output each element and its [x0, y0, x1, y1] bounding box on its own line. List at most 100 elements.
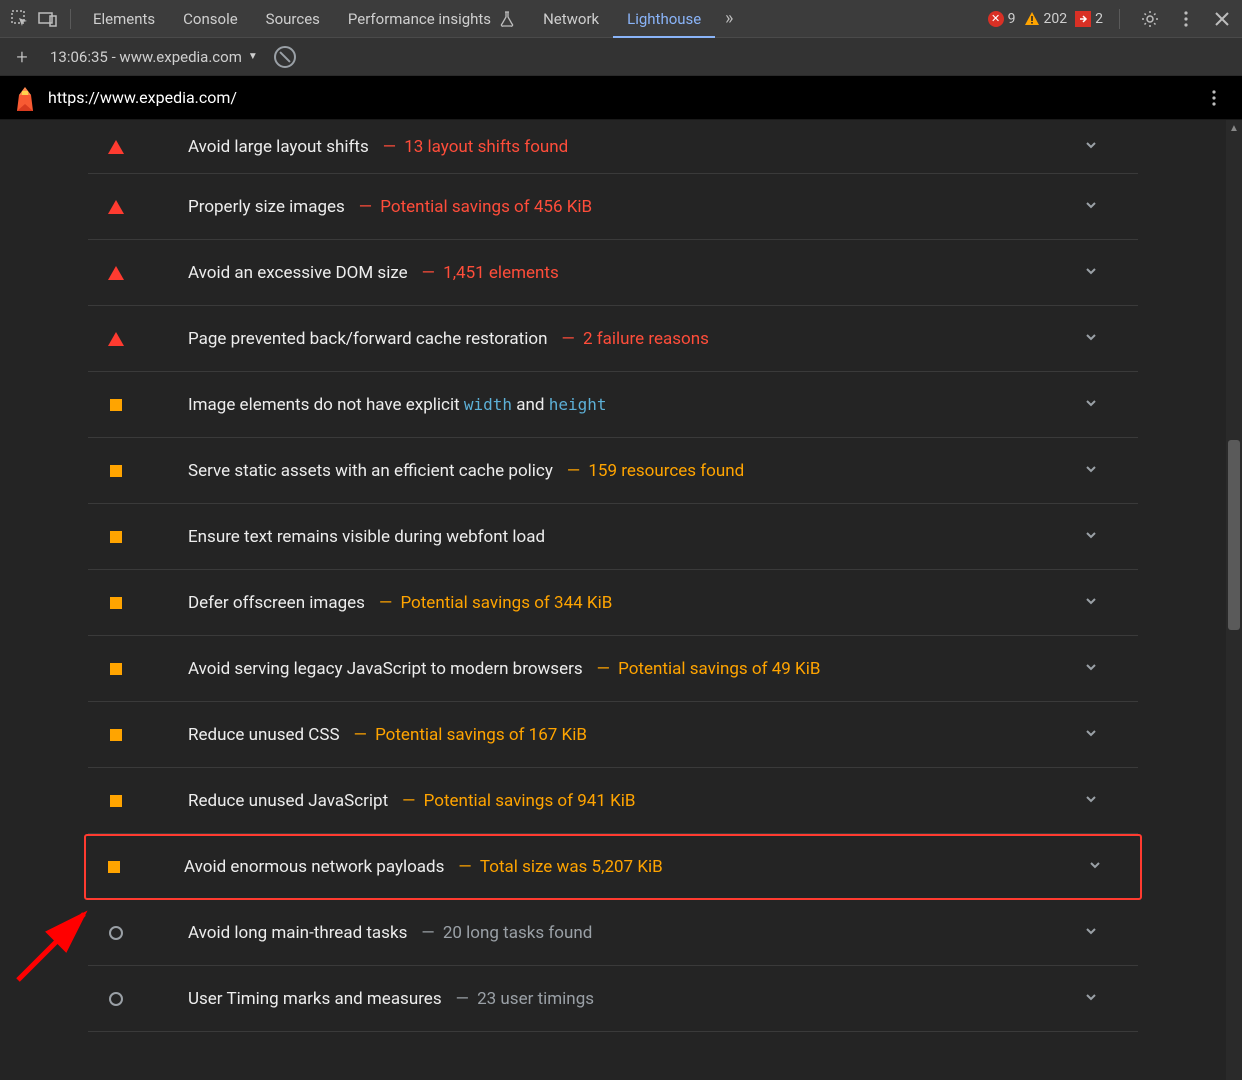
chevron-down-icon[interactable] — [1084, 990, 1098, 1008]
audit-title: Reduce unused CSS — [188, 725, 340, 745]
devtools-tabs-bar: Elements Console Sources Performance ins… — [0, 0, 1242, 38]
scrollbar-thumb[interactable] — [1228, 440, 1240, 630]
average-icon — [108, 727, 124, 743]
warning-count-badge[interactable]: 202 — [1024, 11, 1068, 27]
tabs-left-group: Elements Console Sources Performance ins… — [6, 0, 743, 38]
more-tabs-icon[interactable]: » — [715, 5, 743, 33]
audit-title: Avoid serving legacy JavaScript to moder… — [188, 659, 583, 679]
audit-detail: — Potential savings of 941 KiB — [402, 791, 635, 811]
audit-row[interactable]: Image elements do not have explicit widt… — [88, 372, 1138, 438]
message-count: 2 — [1095, 11, 1103, 27]
audit-row[interactable]: Ensure text remains visible during webfo… — [88, 504, 1138, 570]
audit-row[interactable]: Avoid serving legacy JavaScript to moder… — [88, 636, 1138, 702]
chevron-down-icon[interactable] — [1084, 594, 1098, 612]
informative-icon — [108, 991, 124, 1007]
tab-console[interactable]: Console — [169, 0, 252, 38]
chevron-down-icon[interactable] — [1084, 924, 1098, 942]
audit-title: Avoid large layout shifts — [188, 137, 369, 157]
chevron-down-icon[interactable] — [1084, 792, 1098, 810]
clear-report-icon[interactable] — [274, 46, 296, 68]
chevron-down-icon[interactable] — [1084, 330, 1098, 348]
lighthouse-url-bar: https://www.expedia.com/ — [0, 76, 1242, 120]
settings-icon[interactable] — [1136, 5, 1164, 33]
audit-detail: — Potential savings of 49 KiB — [597, 659, 821, 679]
average-icon — [108, 463, 124, 479]
lighthouse-logo-icon — [14, 85, 36, 111]
message-count-badge[interactable]: 2 — [1075, 11, 1103, 27]
audit-row[interactable]: Avoid enormous network payloads — Total s… — [84, 834, 1142, 900]
tab-performance-insights[interactable]: Performance insights — [334, 0, 529, 38]
error-count-badge[interactable]: ✕ 9 — [988, 11, 1016, 27]
audit-detail: — Total size was 5,207 KiB — [458, 857, 662, 877]
audit-row[interactable]: Avoid large layout shifts— 13 layout shi… — [88, 120, 1138, 174]
lighthouse-report-bar: + 13:06:35 - www.expedia.com ▼ — [0, 38, 1242, 76]
separator — [70, 9, 71, 29]
informative-icon — [108, 925, 124, 941]
audit-detail: — 159 resources found — [567, 461, 744, 481]
audit-row[interactable]: Reduce unused JavaScript — Potential savi… — [88, 768, 1138, 834]
audit-row[interactable]: Avoid an excessive DOM size— 1,451 eleme… — [88, 240, 1138, 306]
chevron-down-icon[interactable] — [1084, 138, 1098, 156]
audit-detail: — 1,451 elements — [422, 263, 559, 283]
audit-row[interactable]: Page prevented back/forward cache restor… — [88, 306, 1138, 372]
warning-icon — [1024, 11, 1040, 27]
kebab-menu-icon[interactable] — [1172, 5, 1200, 33]
audit-list: Avoid large layout shifts— 13 layout shi… — [0, 120, 1226, 1080]
audit-title: Page prevented back/forward cache restor… — [188, 329, 547, 349]
audit-detail: — 2 failure reasons — [561, 329, 708, 349]
audit-title: Serve static assets with an efficient ca… — [188, 461, 553, 481]
audit-title: Avoid enormous network payloads — [184, 857, 444, 877]
audit-row[interactable]: Serve static assets with an efficient ca… — [88, 438, 1138, 504]
tab-lighthouse[interactable]: Lighthouse — [613, 0, 715, 38]
audit-title: Reduce unused JavaScript — [188, 791, 388, 811]
fail-icon — [108, 331, 124, 347]
scrollbar[interactable]: ▲ — [1226, 120, 1242, 1080]
chevron-down-icon[interactable] — [1084, 528, 1098, 546]
audit-row[interactable]: Reduce unused CSS— Potential savings of … — [88, 702, 1138, 768]
chevron-down-icon[interactable] — [1084, 198, 1098, 216]
audit-title: Image elements do not have explicit widt… — [188, 395, 607, 415]
inspect-element-icon[interactable] — [6, 5, 34, 33]
average-icon — [106, 859, 122, 875]
tab-network[interactable]: Network — [529, 0, 613, 38]
report-selector[interactable]: 13:06:35 - www.expedia.com ▼ — [50, 48, 258, 66]
audit-detail: — Potential savings of 456 KiB — [359, 197, 592, 217]
fail-icon — [108, 139, 124, 155]
audit-detail: — 20 long tasks found — [421, 923, 592, 943]
audit-row[interactable]: Avoid long main-thread tasks — 20 long ta… — [88, 900, 1138, 966]
tab-elements[interactable]: Elements — [79, 0, 169, 38]
audit-row[interactable]: Properly size images — Potential savings … — [88, 174, 1138, 240]
report-selector-label: 13:06:35 - www.expedia.com — [50, 48, 242, 66]
report-url: https://www.expedia.com/ — [48, 88, 237, 107]
tabs-right-group: ✕ 9 202 2 — [988, 5, 1236, 33]
tab-sources[interactable]: Sources — [252, 0, 334, 38]
chevron-down-icon[interactable] — [1084, 660, 1098, 678]
chevron-down-icon[interactable] — [1084, 264, 1098, 282]
audit-title: Avoid long main-thread tasks — [188, 923, 407, 943]
audit-detail: — 23 user timings — [456, 989, 594, 1009]
new-report-button[interactable]: + — [10, 45, 34, 69]
content-wrap: Avoid large layout shifts— 13 layout shi… — [0, 120, 1242, 1080]
audit-row[interactable]: User Timing marks and measures — 23 user … — [88, 966, 1138, 1032]
audit-title: Defer offscreen images — [188, 593, 365, 613]
device-toolbar-icon[interactable] — [34, 5, 62, 33]
report-menu-icon[interactable] — [1200, 84, 1228, 112]
separator — [1119, 9, 1120, 29]
average-icon — [108, 661, 124, 677]
chevron-down-icon[interactable] — [1084, 462, 1098, 480]
average-icon — [108, 595, 124, 611]
message-icon — [1075, 11, 1091, 27]
audit-row[interactable]: Defer offscreen images — Potential saving… — [88, 570, 1138, 636]
warning-count: 202 — [1044, 11, 1068, 27]
average-icon — [108, 529, 124, 545]
audit-title: Properly size images — [188, 197, 345, 217]
scrollbar-up-icon[interactable]: ▲ — [1226, 120, 1242, 136]
close-devtools-icon[interactable] — [1208, 5, 1236, 33]
audit-title: Ensure text remains visible during webfo… — [188, 527, 545, 547]
chevron-down-icon[interactable] — [1084, 726, 1098, 744]
chevron-down-icon: ▼ — [248, 51, 258, 62]
audit-detail: — Potential savings of 344 KiB — [379, 593, 612, 613]
audit-title: User Timing marks and measures — [188, 989, 442, 1009]
chevron-down-icon[interactable] — [1084, 396, 1098, 414]
chevron-down-icon[interactable] — [1088, 858, 1102, 876]
